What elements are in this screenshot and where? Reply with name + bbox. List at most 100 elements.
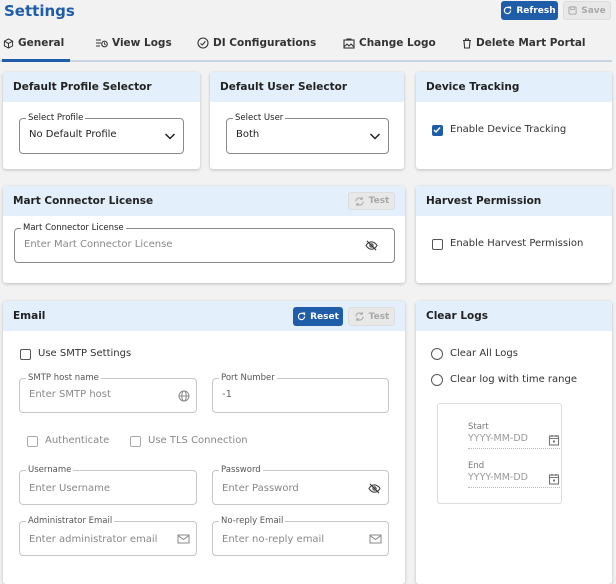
email-test-label: Test [368, 311, 390, 322]
profile-select-label: Select Profile [26, 112, 86, 124]
authenticate-checkbox[interactable] [27, 436, 38, 447]
password-placeholder: Enter Password [222, 483, 299, 494]
mart-connector-header: Mart Connector License Test [3, 186, 405, 216]
noreply-email-placeholder: Enter no-reply email [222, 534, 325, 545]
tab-delete-mart-portal-label: Delete Mart Portal [476, 37, 586, 49]
admin-email-field[interactable]: Administrator Email Enter administrator … [19, 515, 197, 556]
mart-connector-license-label: Mart Connector License [21, 222, 126, 234]
mart-connector-title: Mart Connector License [13, 195, 154, 207]
use-tls-checkbox[interactable] [130, 436, 141, 447]
trash-icon [463, 37, 471, 49]
end-date-label: End [468, 461, 485, 471]
eye-off-icon[interactable] [368, 483, 381, 494]
sync-icon [354, 196, 364, 206]
profile-select-value: No Default Profile [29, 129, 117, 140]
calendar-icon[interactable] [548, 434, 560, 446]
mail-icon [369, 534, 382, 544]
use-smtp-label: Use SMTP Settings [38, 348, 132, 359]
smtp-host-field[interactable]: SMTP host name Enter SMTP host [19, 372, 197, 413]
mart-connector-license-placeholder: Enter Mart Connector License [24, 239, 173, 250]
tab-di-configurations[interactable]: DI Configurations [197, 37, 316, 49]
tab-change-logo[interactable]: Change Logo [343, 37, 436, 49]
port-number-value: -1 [222, 389, 232, 400]
refresh-label: Refresh [516, 5, 556, 16]
tab-delete-mart-portal[interactable]: Delete Mart Portal [462, 37, 586, 49]
mail-icon [177, 534, 190, 544]
refresh-icon [504, 6, 512, 15]
mart-connector-license-field[interactable]: Mart Connector License Enter Mart Connec… [14, 222, 395, 263]
check-icon [433, 127, 441, 134]
tab-general-label: General [18, 37, 65, 49]
page-title: Settings [4, 2, 75, 20]
sync-icon [354, 311, 364, 322]
clear-log-range-label: Clear log with time range [450, 374, 577, 385]
device-tracking-label: Enable Device Tracking [450, 124, 567, 135]
harvest-permission-checkbox[interactable] [432, 239, 443, 250]
password-field[interactable]: Password Enter Password [212, 464, 389, 505]
start-date-label: Start [468, 422, 489, 432]
username-label: Username [26, 464, 74, 476]
tab-view-logs[interactable]: View Logs [95, 37, 172, 49]
image-icon [343, 38, 355, 49]
email-reset-button[interactable]: Reset [293, 307, 343, 326]
reset-icon [297, 312, 306, 321]
mart-connector-test-label: Test [368, 196, 390, 206]
harvest-permission-title: Harvest Permission [416, 186, 612, 216]
email-test-button[interactable]: Test [348, 307, 395, 326]
settings-page: Settings Refresh Save General View Logs … [0, 0, 616, 584]
refresh-button[interactable]: Refresh [501, 1, 558, 20]
default-profile-card: Default Profile Selector Select Profile … [3, 72, 200, 169]
chevron-down-icon [369, 133, 381, 140]
clear-logs-title: Clear Logs [416, 301, 612, 331]
active-tab-indicator [2, 59, 70, 62]
harvest-permission-label: Enable Harvest Permission [450, 238, 584, 249]
default-user-title: Default User Selector [210, 72, 404, 102]
tab-di-configurations-label: DI Configurations [213, 37, 317, 49]
calendar-icon[interactable] [548, 473, 560, 485]
end-date-placeholder: YYYY-MM-DD [468, 472, 528, 483]
email-title: Email [13, 310, 46, 322]
tab-bar: General View Logs DI Configurations Chan… [0, 34, 612, 62]
smtp-host-label: SMTP host name [26, 372, 101, 384]
profile-select[interactable]: Select Profile No Default Profile [19, 112, 184, 154]
mart-connector-test-button[interactable]: Test [348, 192, 395, 210]
port-number-field[interactable]: Port Number -1 [212, 372, 389, 413]
tab-view-logs-label: View Logs [112, 37, 172, 49]
eye-off-icon[interactable] [365, 240, 378, 251]
noreply-email-field[interactable]: No-reply Email Enter no-reply email [212, 515, 389, 556]
user-select[interactable]: Select User Both [226, 112, 389, 154]
device-tracking-checkbox[interactable] [432, 125, 443, 136]
use-smtp-checkbox[interactable] [20, 349, 31, 360]
clear-all-logs-radio[interactable] [431, 348, 443, 360]
date-range-panel: Start YYYY-MM-DD End YYYY-MM-DD [437, 403, 562, 504]
mart-connector-card: Mart Connector License Test Mart Connect… [3, 186, 405, 283]
default-user-card: Default User Selector Select User Both [210, 72, 404, 169]
start-date-placeholder: YYYY-MM-DD [468, 433, 528, 444]
user-select-value: Both [236, 129, 260, 140]
email-card: Email Reset Test Use SMTP Settings SMTP … [3, 301, 405, 584]
username-placeholder: Enter Username [29, 483, 110, 494]
email-reset-label: Reset [310, 311, 339, 322]
tab-general[interactable]: General [3, 37, 64, 49]
default-profile-title: Default Profile Selector [3, 72, 200, 102]
save-icon [568, 6, 577, 15]
chevron-down-icon [164, 133, 176, 140]
log-list-icon [96, 38, 108, 47]
user-select-label: Select User [233, 112, 286, 124]
tab-change-logo-label: Change Logo [359, 37, 436, 49]
globe-icon [178, 390, 190, 402]
clear-logs-card: Clear Logs Clear All Logs Clear log with… [416, 301, 612, 584]
end-date-input[interactable]: YYYY-MM-DD [468, 472, 560, 488]
harvest-permission-card: Harvest Permission Enable Harvest Permis… [416, 186, 612, 283]
port-number-label: Port Number [219, 372, 277, 384]
device-tracking-card: Device Tracking Enable Device Tracking [416, 72, 612, 169]
clear-log-range-radio[interactable] [431, 374, 443, 386]
save-button[interactable]: Save [563, 1, 611, 20]
admin-email-label: Administrator Email [26, 515, 115, 527]
username-field[interactable]: Username Enter Username [19, 464, 197, 505]
admin-email-placeholder: Enter administrator email [29, 534, 158, 545]
start-date-input[interactable]: YYYY-MM-DD [468, 433, 560, 449]
email-header: Email Reset Test [3, 301, 405, 331]
password-label: Password [219, 464, 263, 476]
noreply-email-label: No-reply Email [219, 515, 286, 527]
